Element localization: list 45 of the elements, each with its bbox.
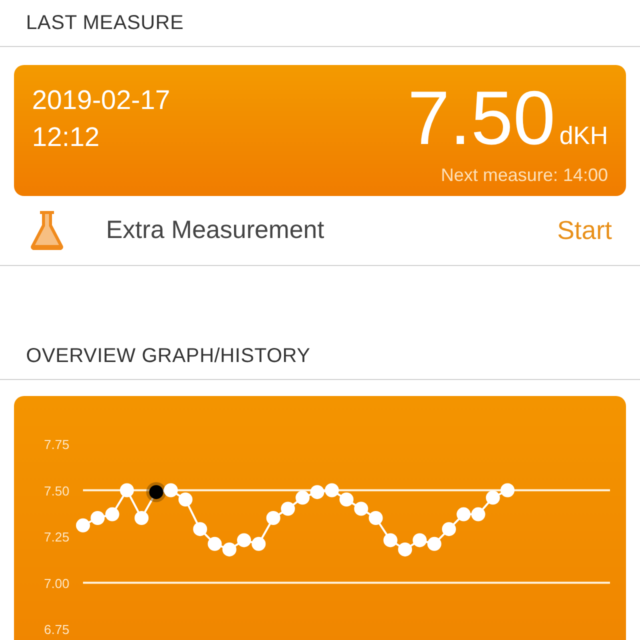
- y-tick-label: 7.75: [44, 437, 70, 452]
- data-point[interactable]: [280, 502, 295, 516]
- data-point[interactable]: [76, 518, 90, 532]
- data-point[interactable]: [208, 536, 222, 551]
- measure-date: 2019-02-17: [32, 85, 170, 116]
- data-point[interactable]: [310, 485, 324, 500]
- data-point[interactable]: [442, 522, 456, 536]
- measure-time: 12:12: [32, 122, 101, 153]
- section-heading: OVERVIEW GRAPH/HISTORY: [0, 333, 640, 380]
- data-point[interactable]: [222, 542, 236, 556]
- data-point[interactable]: [178, 492, 192, 507]
- data-point[interactable]: [398, 542, 412, 556]
- data-point[interactable]: [340, 492, 354, 507]
- data-point[interactable]: [105, 507, 120, 522]
- y-tick-label: 7.50: [44, 483, 70, 498]
- y-tick-label: 7.25: [44, 530, 70, 545]
- selected-point[interactable]: [146, 482, 166, 502]
- data-point[interactable]: [193, 522, 208, 536]
- y-tick-label: 7.00: [44, 576, 70, 591]
- data-point[interactable]: [471, 507, 486, 522]
- next-measure-text: Next measure: 14:00: [440, 165, 608, 186]
- data-point[interactable]: [252, 536, 266, 551]
- data-point[interactable]: [412, 533, 427, 548]
- data-point[interactable]: [134, 511, 149, 526]
- data-point[interactable]: [266, 511, 280, 526]
- data-point[interactable]: [324, 483, 339, 498]
- data-point[interactable]: [90, 511, 105, 526]
- measure-unit: dKH: [559, 122, 608, 151]
- data-point[interactable]: [237, 533, 252, 548]
- data-point[interactable]: [354, 502, 368, 516]
- data-point[interactable]: [456, 507, 471, 522]
- data-point[interactable]: [383, 533, 398, 548]
- extra-measurement-label: Extra Measurement: [106, 216, 326, 245]
- data-point[interactable]: [296, 490, 310, 505]
- measure-value: 7.50: [407, 81, 556, 157]
- data-point[interactable]: [427, 536, 442, 551]
- data-point[interactable]: [164, 483, 178, 498]
- y-tick-label: 6.75: [44, 622, 70, 638]
- data-point[interactable]: [486, 490, 500, 505]
- flask-icon: [30, 209, 64, 252]
- section-heading: LAST MEASURE: [0, 0, 640, 47]
- data-point[interactable]: [120, 483, 134, 498]
- data-point[interactable]: [368, 511, 383, 526]
- start-button[interactable]: Start: [557, 214, 612, 246]
- data-point[interactable]: [500, 483, 515, 498]
